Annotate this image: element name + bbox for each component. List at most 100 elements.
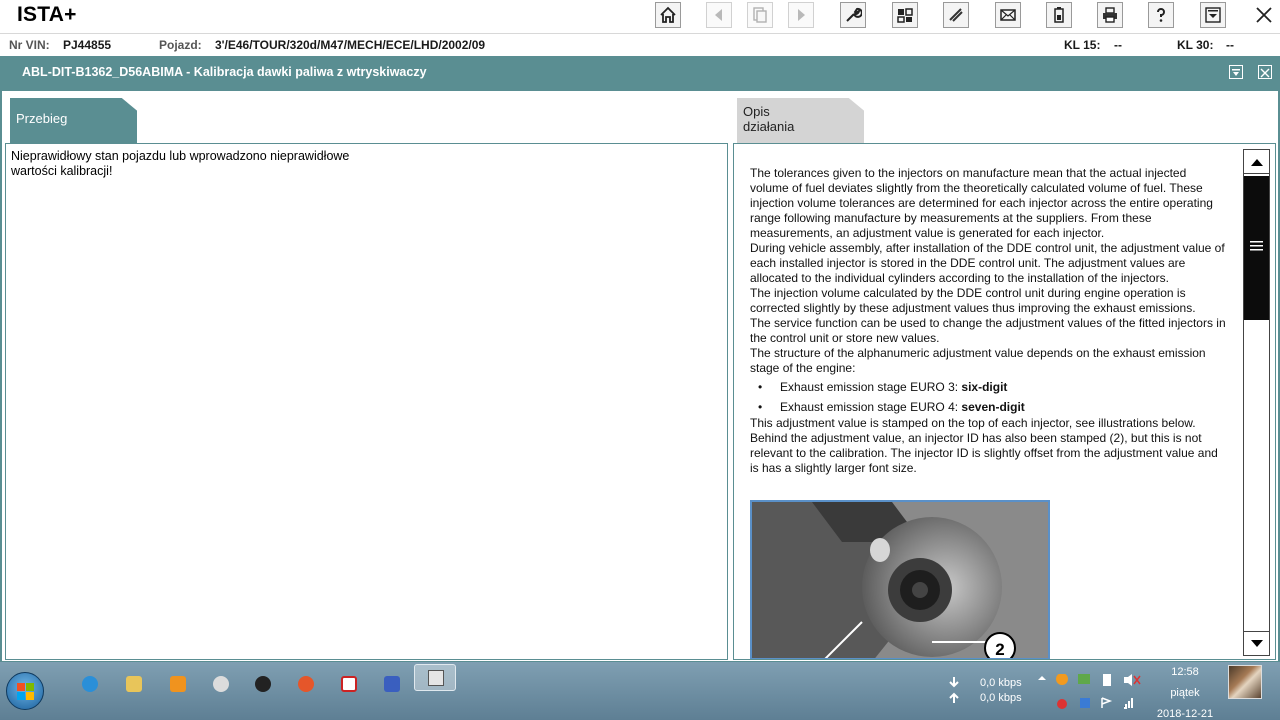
envelope-icon [1000, 9, 1016, 21]
minimize-button[interactable] [1200, 2, 1226, 28]
status-message: Nieprawidłowy stan pojazdu lub wprowadzo… [11, 149, 391, 179]
back-button[interactable] [706, 2, 732, 28]
tab-label: Opis działania [743, 104, 795, 134]
taskbar-explorer[interactable] [116, 670, 152, 698]
tab-label: Przebieg [16, 111, 68, 126]
kl15-label: KL 15: [1064, 38, 1101, 52]
service-button[interactable] [840, 2, 866, 28]
media-player-icon [170, 676, 186, 692]
flag-icon [384, 676, 400, 692]
help-button[interactable] [1148, 2, 1174, 28]
kl30-value: -- [1226, 38, 1234, 52]
description-scrollbar[interactable] [1243, 149, 1270, 656]
taskbar-app[interactable] [245, 670, 281, 698]
description-paragraph: The structure of the alphanumeric adjust… [750, 346, 1206, 375]
injector-photo: 2 [750, 500, 1050, 659]
measure-icon [897, 8, 913, 23]
mail-button[interactable] [995, 2, 1021, 28]
list-item: Exhaust emission stage EURO 4: seven-dig… [750, 400, 1228, 420]
panel-close-button[interactable] [1258, 65, 1272, 79]
documents-button[interactable] [747, 2, 773, 28]
home-button[interactable] [655, 2, 681, 28]
status-message-line: wartości kalibracji! [11, 164, 113, 178]
app-title: ISTA+ [17, 3, 77, 26]
close-button[interactable] [1251, 2, 1277, 28]
question-icon [1157, 8, 1165, 22]
description-paragraph: During vehicle assembly, after installat… [750, 241, 1225, 285]
vehicle-info-bar: Nr VIN: PJ44855 Pojazd: 3'/E46/TOUR/320d… [0, 33, 1280, 56]
minimize-window-icon [1205, 7, 1221, 23]
kl30-label: KL 30: [1177, 38, 1214, 52]
wrench-icon [846, 7, 862, 22]
measure-button[interactable] [892, 2, 918, 28]
taskbar-ie[interactable] [72, 670, 108, 698]
ista-app-icon [428, 670, 444, 686]
close-icon [1260, 68, 1270, 78]
function-title: ABL-DIT-B1362_D56ABIMA - Kalibracja dawk… [22, 65, 427, 79]
panel-minimize-button[interactable] [1229, 65, 1243, 79]
clock-day: piątek [1170, 687, 1200, 699]
top-toolbar: ISTA+ [0, 0, 1280, 33]
callout-number: 2 [995, 640, 1004, 659]
close-icon [1256, 7, 1272, 23]
stethoscope-icon [949, 8, 963, 22]
chevron-left-icon [715, 9, 722, 21]
internet-explorer-icon [82, 676, 98, 692]
system-tray-icons [1038, 674, 1141, 709]
scroll-thumb[interactable] [1244, 176, 1269, 320]
scroll-up-button[interactable] [1244, 150, 1269, 174]
description-paragraph: This adjustment value is stamped on the … [750, 416, 1218, 475]
taskbar-media[interactable] [160, 670, 196, 698]
network-icon [213, 676, 229, 692]
folder-icon [126, 676, 142, 692]
taskbar-ista-active[interactable] [414, 664, 456, 691]
firefox-icon [298, 676, 314, 692]
kl15-value: -- [1114, 38, 1122, 52]
print-button[interactable] [1097, 2, 1123, 28]
network-speed: 0,0 kbps 0,0 kbps [950, 676, 1022, 706]
eye-icon [255, 676, 271, 692]
checklist-icon [341, 676, 357, 692]
taskbar-app[interactable] [374, 670, 410, 698]
vin-label: Nr VIN: [9, 38, 50, 52]
emission-stage-list: Exhaust emission stage EURO 3: six-digit… [750, 380, 1228, 420]
chevron-right-icon [798, 9, 805, 21]
list-item: Exhaust emission stage EURO 3: six-digit [750, 380, 1228, 400]
vehicle-label: Pojazd: [159, 38, 202, 52]
battery-button[interactable] [1046, 2, 1072, 28]
ista-window: ISTA+ Nr VIN: PJ44855 Pojazd: 3'/E46/TOU… [0, 0, 1280, 720]
vehicle-value: 3'/E46/TOUR/320d/M47/MECH/ECE/LHD/2002/0… [215, 38, 486, 52]
taskbar-app[interactable] [331, 670, 367, 698]
grip-icon [1250, 241, 1263, 251]
description-paragraph: The tolerances given to the injectors on… [750, 166, 1213, 240]
tab-opis-dzialania[interactable]: Opis działania [737, 98, 864, 143]
description-panel[interactable]: The tolerances given to the injectors on… [733, 143, 1276, 660]
clock-time: 12:58 [1171, 666, 1199, 678]
arrow-down-icon [1250, 639, 1263, 647]
function-title-bar: ABL-DIT-B1362_D56ABIMA - Kalibracja dawk… [0, 56, 1280, 88]
windows-taskbar [0, 662, 1280, 720]
taskbar-firefox[interactable] [288, 670, 324, 698]
scroll-down-button[interactable] [1244, 631, 1269, 655]
system-clock[interactable]: 12:58 piątek 2018-12-21 [1150, 664, 1220, 720]
documents-icon [753, 7, 767, 23]
start-button[interactable] [6, 672, 44, 710]
battery-icon [1054, 7, 1064, 23]
collapse-icon [1232, 69, 1240, 76]
user-avatar[interactable] [1228, 665, 1262, 699]
diagnosis-button[interactable] [943, 2, 969, 28]
description-paragraph: The injection volume calculated by the D… [750, 286, 1196, 315]
description-paragraph: The service function can be used to chan… [750, 316, 1226, 345]
taskbar-app[interactable] [203, 670, 239, 698]
printer-icon [1103, 7, 1117, 23]
vin-value: PJ44855 [63, 38, 112, 52]
status-message-line: Nieprawidłowy stan pojazdu lub wprowadzo… [11, 149, 350, 163]
arrow-up-icon [1250, 158, 1263, 166]
download-speed: 0,0 kbps [980, 677, 1022, 689]
description-text: The tolerances given to the injectors on… [750, 166, 1228, 476]
clock-date: 2018-12-21 [1156, 708, 1214, 720]
forward-button[interactable] [788, 2, 814, 28]
home-icon [660, 6, 676, 23]
tab-przebieg[interactable]: Przebieg [10, 98, 137, 143]
injector-illustration: 2 [752, 502, 1048, 659]
